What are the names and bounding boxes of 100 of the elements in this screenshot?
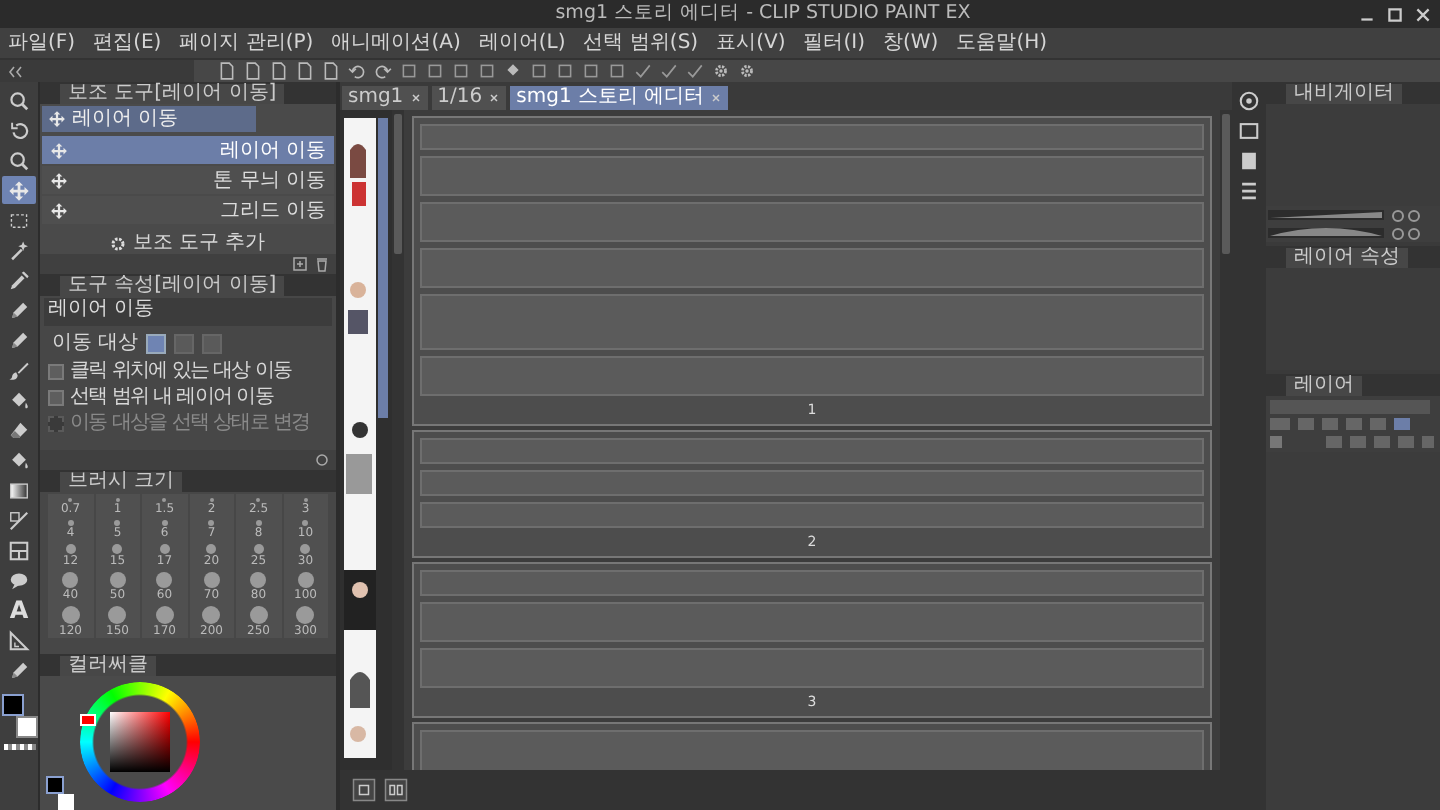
menu-item[interactable]: 레이어(L) <box>478 30 566 56</box>
dot-icon <box>161 520 168 526</box>
group-label: 레이어 이동 <box>72 108 179 130</box>
color-square[interactable] <box>110 712 170 772</box>
hue-marker[interactable] <box>80 714 96 726</box>
subtool-label: 톤 무늬 이동 <box>213 169 326 191</box>
close-icon[interactable] <box>1414 5 1432 23</box>
dot-icon <box>203 572 220 588</box>
dot-icon <box>112 544 123 554</box>
tool-name-field: 레이어 이동 <box>44 298 332 326</box>
panel-tab[interactable]: 브러시 크기 <box>60 472 183 492</box>
panel-tab[interactable]: 도구 속성[레이어 이동] <box>60 276 285 296</box>
panel-tab[interactable]: 보조 도구[레이어 이동] <box>60 84 285 104</box>
menu-item[interactable]: 편집(E) <box>93 30 162 56</box>
target-label: 이동 대상 <box>52 332 139 354</box>
scrollbar[interactable] <box>392 110 404 770</box>
main-color-swatch[interactable] <box>46 776 64 794</box>
subtool-label: 레이어 이동 <box>219 139 326 161</box>
sub-view-icon[interactable] <box>1238 120 1260 142</box>
page-view-icon[interactable] <box>352 778 376 802</box>
square-icon[interactable] <box>400 62 418 80</box>
close-icon[interactable] <box>488 92 501 104</box>
dot-icon <box>159 544 170 554</box>
magnifier-icon <box>8 149 30 171</box>
option-label: 이동 대상을 선택 상태로 변경 <box>70 412 310 434</box>
subtool-label: 그리드 이동 <box>219 199 326 221</box>
menu-item[interactable]: 표시(V) <box>716 30 786 56</box>
layer-list-icon[interactable] <box>1238 180 1260 202</box>
document-tab[interactable]: smg1 <box>342 86 428 110</box>
layer-tools-drawing[interactable] <box>1266 396 1438 452</box>
transparent-color-swatch[interactable] <box>3 744 35 750</box>
collapse-arrows-icon[interactable] <box>8 63 24 79</box>
panel-tab[interactable]: 레이어 <box>1286 376 1362 396</box>
window-title: smg1 스토리 에디터 - CLIP STUDIO PAINT EX <box>555 2 971 26</box>
line-shape-icon <box>8 509 30 531</box>
document-tab[interactable]: 1/16 <box>431 86 507 110</box>
subtool-group-tab[interactable]: 레이어 이동 <box>42 106 256 132</box>
dot-icon <box>61 606 80 624</box>
dot-icon <box>67 520 74 526</box>
square-icon[interactable] <box>556 62 574 80</box>
menu-item[interactable]: 선택 범위(S) <box>583 30 699 56</box>
magnifier-icon <box>8 89 30 111</box>
dot-icon <box>255 520 262 526</box>
square-icon[interactable] <box>452 62 470 80</box>
dot-icon <box>62 572 79 588</box>
menu-item[interactable]: 도움말(H) <box>956 30 1048 56</box>
move-icon <box>50 171 68 189</box>
page-view-icon[interactable] <box>384 778 408 802</box>
navigator-icon[interactable] <box>1238 90 1260 112</box>
target-toggle[interactable] <box>146 333 167 353</box>
dot-icon <box>302 520 309 526</box>
trash-icon[interactable] <box>314 256 330 272</box>
text-tool-glyph: A <box>9 598 29 622</box>
square-icon[interactable] <box>426 62 444 80</box>
option-label: 선택 범위 내 레이어 이동 <box>70 386 274 408</box>
wrench-icon[interactable] <box>314 452 330 468</box>
panel-tab[interactable]: 레이어 속성 <box>1286 248 1409 268</box>
menu-item[interactable]: 창(W) <box>883 30 939 56</box>
tool-button[interactable]: A <box>2 596 36 624</box>
menu-item[interactable]: 페이지 관리(P) <box>179 30 314 56</box>
dot-icon <box>296 606 315 624</box>
eraser-icon <box>8 419 30 441</box>
dot-icon <box>253 544 264 554</box>
dot-icon <box>249 606 268 624</box>
dot-icon <box>208 520 215 526</box>
sub-color-swatch[interactable] <box>15 716 37 738</box>
sub-color-swatch[interactable] <box>58 794 74 810</box>
new-icon[interactable] <box>292 256 308 272</box>
target-toggle[interactable] <box>174 333 195 353</box>
move-icon <box>48 110 66 128</box>
panel-tab[interactable]: 컬러써클 <box>60 656 156 676</box>
ruler-icon <box>8 629 30 651</box>
main-color-swatch[interactable] <box>1 694 23 716</box>
option-label: 클릭 위치에 있는 대상 이동 <box>70 360 292 382</box>
subtool-item[interactable]: 그리드 이동 <box>42 196 334 224</box>
frame-icon <box>8 539 30 561</box>
menu-item[interactable]: 파일(F) <box>8 30 76 56</box>
rotate-icon <box>8 119 30 141</box>
checkbox[interactable] <box>48 363 64 379</box>
bucket-icon <box>8 449 30 471</box>
target-toggle[interactable] <box>202 333 223 353</box>
subtool-item[interactable]: 톤 무늬 이동 <box>42 166 334 194</box>
dot-icon <box>65 544 76 554</box>
checkbox[interactable] <box>48 389 64 405</box>
square-icon[interactable] <box>478 62 496 80</box>
dot-icon <box>156 572 173 588</box>
square-icon[interactable] <box>582 62 600 80</box>
panel-tab[interactable]: 내비게이터 <box>1286 84 1402 104</box>
property-icon[interactable] <box>1238 150 1260 172</box>
subtool-item[interactable]: 레이어 이동 <box>42 136 334 164</box>
square-icon[interactable] <box>608 62 626 80</box>
redo-icon[interactable] <box>374 62 392 80</box>
menu-item[interactable]: 필터(I) <box>803 30 865 56</box>
close-icon[interactable] <box>409 92 422 104</box>
dot-icon <box>109 572 126 588</box>
maximize-icon[interactable] <box>1386 5 1404 23</box>
menu-item[interactable]: 애니메이션(A) <box>331 30 461 56</box>
pen-icon <box>8 329 30 351</box>
undo-icon[interactable] <box>348 62 366 80</box>
square-icon[interactable] <box>530 62 548 80</box>
